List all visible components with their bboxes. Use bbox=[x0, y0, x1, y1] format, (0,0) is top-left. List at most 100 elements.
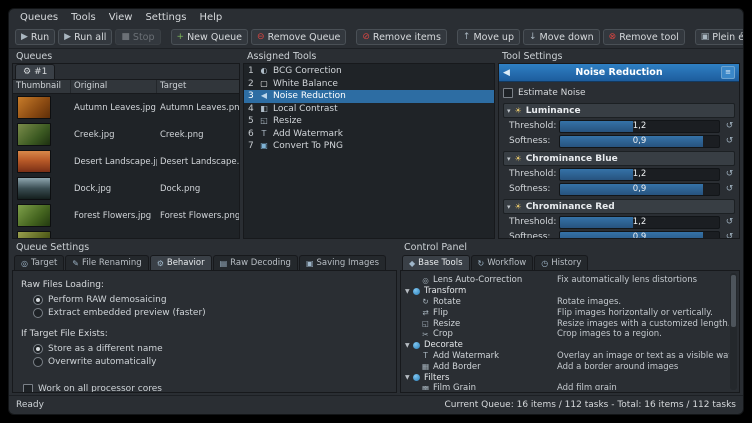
film-icon: ▤ bbox=[220, 259, 228, 268]
run-all-button[interactable]: ▶ Run all bbox=[58, 29, 112, 45]
assigned-tool-add-watermark[interactable]: 6 T Add Watermark bbox=[244, 128, 494, 141]
tree-item-label: Crop bbox=[433, 329, 453, 339]
reset-icon[interactable]: ↺ bbox=[724, 184, 735, 194]
tree-group-filters[interactable]: ▼ Filters bbox=[405, 372, 729, 383]
tab-label: File Renaming bbox=[82, 258, 142, 268]
reset-icon[interactable]: ↺ bbox=[724, 121, 735, 131]
radio-button[interactable] bbox=[33, 357, 43, 367]
tree-group-transform[interactable]: ▼ Transform bbox=[405, 286, 729, 297]
chrominance-blue-threshold-slider[interactable]: 1,2 bbox=[559, 168, 720, 181]
assigned-tool-convert-to-png[interactable]: 7 ▣ Convert To PNG bbox=[244, 140, 494, 153]
chrominance-blue-softness-slider[interactable]: 0,9 bbox=[559, 183, 720, 196]
tab-file-renaming[interactable]: ✎ File Renaming bbox=[65, 255, 148, 270]
tab-raw-decoding[interactable]: ▤ Raw Decoding bbox=[213, 255, 298, 270]
stop-button[interactable]: ■ Stop bbox=[115, 29, 160, 45]
option-extract-embedded-preview[interactable]: Extract embedded preview (faster) bbox=[21, 306, 388, 319]
luminance-threshold-slider[interactable]: 1,2 bbox=[559, 120, 720, 133]
menu-settings[interactable]: Settings bbox=[139, 11, 192, 24]
gear-icon: ⚙ bbox=[157, 259, 164, 268]
work-all-cores-checkbox[interactable] bbox=[23, 384, 33, 394]
raw-files-loading-heading: Raw Files Loading: bbox=[21, 280, 388, 290]
tab-label: Target bbox=[31, 258, 57, 268]
reset-icon[interactable]: ↺ bbox=[724, 217, 735, 227]
scrollbar[interactable] bbox=[730, 273, 737, 390]
tree-item-film-grain[interactable]: ▩Film Grain Add film grain bbox=[405, 383, 729, 390]
remove-items-button[interactable]: ⊘ Remove items bbox=[356, 29, 447, 45]
column-header-thumbnail[interactable]: Thumbnail bbox=[13, 80, 71, 93]
table-row[interactable]: Autumn Leaves.jpg Autumn Leaves.png bbox=[13, 94, 239, 121]
tree-item-flip[interactable]: ⇄Flip Flip images horizontally or vertic… bbox=[405, 307, 729, 318]
tab-behavior[interactable]: ⚙ Behavior bbox=[150, 255, 212, 270]
option-store-different-name[interactable]: Store as a different name bbox=[21, 342, 388, 355]
presets-button[interactable]: ≡ bbox=[721, 66, 735, 79]
tool-label: BCG Correction bbox=[273, 66, 342, 76]
move-up-button[interactable]: ↑ Move up bbox=[457, 29, 520, 45]
radio-button[interactable] bbox=[33, 295, 43, 305]
chrominance-blue-threshold-row: Threshold: 1,2 ↺ bbox=[503, 167, 735, 181]
run-button[interactable]: ▶ Run bbox=[15, 29, 55, 45]
tree-item-crop[interactable]: ✂Crop Crop images to a region. bbox=[405, 329, 729, 340]
scrollbar-thumb[interactable] bbox=[731, 275, 736, 327]
assigned-tool-local-contrast[interactable]: 4 ◧ Local Contrast bbox=[244, 103, 494, 116]
border-icon: ▦ bbox=[421, 362, 430, 371]
assigned-tool-noise-reduction[interactable]: 3 ◀ Noise Reduction bbox=[244, 90, 494, 103]
tree-item-add-watermark[interactable]: TAdd Watermark Overlay an image or text … bbox=[405, 351, 729, 362]
menu-view[interactable]: View bbox=[103, 11, 139, 24]
status-message: Ready bbox=[16, 400, 44, 410]
chrominance-red-section-header[interactable]: ▾ ☀ Chrominance Red bbox=[503, 199, 735, 214]
queue-tab-1[interactable]: ⚙ #1 bbox=[15, 64, 55, 79]
luminance-section-header[interactable]: ▾ ☀ Luminance bbox=[503, 103, 735, 118]
luminance-softness-slider[interactable]: 0,9 bbox=[559, 135, 720, 148]
queue-tab-label: #1 bbox=[34, 67, 47, 77]
assigned-tool-bcg-correction[interactable]: 1 ◐ BCG Correction bbox=[244, 65, 494, 78]
remove-queue-button[interactable]: ⊖ Remove Queue bbox=[251, 29, 346, 45]
reset-icon[interactable]: ↺ bbox=[724, 169, 735, 179]
table-row[interactable]: Creek.jpg Creek.png bbox=[13, 121, 239, 148]
table-row[interactable]: Forest.jpg Forest.png bbox=[13, 229, 239, 238]
radio-button[interactable] bbox=[33, 344, 43, 354]
option-perform-raw-demosaicing[interactable]: Perform RAW demosaicing bbox=[21, 293, 388, 306]
menu-tools[interactable]: Tools bbox=[65, 11, 102, 24]
tree-item-rotate[interactable]: ↻Rotate Rotate images. bbox=[405, 297, 729, 308]
assigned-tool-white-balance[interactable]: 2 ▢ White Balance bbox=[244, 78, 494, 91]
table-row[interactable]: Desert Landscape.jpg Desert Landscape.pn… bbox=[13, 148, 239, 175]
reset-icon[interactable]: ↺ bbox=[724, 232, 735, 238]
option-overwrite-automatically[interactable]: Overwrite automatically bbox=[21, 355, 388, 368]
chrominance-blue-section-header[interactable]: ▾ ☀ Chrominance Blue bbox=[503, 151, 735, 166]
menu-queues[interactable]: Queues bbox=[14, 11, 64, 24]
desktop-background: Queues Tools View Settings Help ▶ Run ▶ … bbox=[0, 0, 752, 423]
tab-saving-images[interactable]: ▣ Saving Images bbox=[299, 255, 386, 270]
estimate-noise-checkbox[interactable] bbox=[503, 88, 513, 98]
tab-label: Workflow bbox=[487, 258, 526, 268]
tab-target[interactable]: ◎ Target bbox=[14, 255, 64, 270]
estimate-noise-row[interactable]: Estimate Noise bbox=[503, 85, 735, 100]
menu-help[interactable]: Help bbox=[193, 11, 228, 24]
tree-group-decorate[interactable]: ▼ Decorate bbox=[405, 340, 729, 351]
tree-item-lens-auto-correction[interactable]: ◎Lens Auto-Correction Fix automatically … bbox=[405, 275, 729, 286]
column-header-original[interactable]: Original bbox=[71, 80, 157, 93]
menubar: Queues Tools View Settings Help bbox=[9, 9, 743, 26]
tree-label-cell: ↻Rotate bbox=[405, 297, 557, 307]
radio-button[interactable] bbox=[33, 308, 43, 318]
thumbnail-cell bbox=[13, 177, 71, 200]
tab-workflow[interactable]: ↻ Workflow bbox=[471, 255, 534, 270]
tree-item-add-border[interactable]: ▦Add Border Add a border around images bbox=[405, 361, 729, 372]
reset-icon[interactable]: ↺ bbox=[724, 136, 735, 146]
tab-base-tools[interactable]: ◆ Base Tools bbox=[402, 255, 470, 270]
chrominance-red-threshold-slider[interactable]: 1,2 bbox=[559, 216, 720, 229]
option-work-all-cores[interactable]: Work on all processor cores bbox=[21, 382, 388, 393]
fullscreen-button[interactable]: ▣ Plein écran bbox=[695, 29, 744, 45]
tree-item-resize[interactable]: ◱Resize Resize images with a customized … bbox=[405, 318, 729, 329]
tool-settings-body: ◀ Noise Reduction ≡ Estimate Noise ▾ ☀ bbox=[498, 63, 740, 239]
remove-tool-button[interactable]: ⊗ Remove tool bbox=[603, 29, 685, 45]
table-row[interactable]: Forest Flowers.jpg Forest Flowers.png bbox=[13, 202, 239, 229]
tab-history[interactable]: ◷ History bbox=[534, 255, 588, 270]
noise-reduction-icon: ◀ bbox=[503, 68, 517, 78]
new-queue-button[interactable]: + New Queue bbox=[171, 29, 249, 45]
chrominance-red-softness-slider[interactable]: 0,9 bbox=[559, 231, 720, 239]
table-row[interactable]: Dock.jpg Dock.png bbox=[13, 175, 239, 202]
assigned-tool-resize[interactable]: 5 ◱ Resize bbox=[244, 115, 494, 128]
tree-item-description: Add a border around images bbox=[557, 362, 729, 372]
move-down-button[interactable]: ↓ Move down bbox=[523, 29, 600, 45]
column-header-target[interactable]: Target bbox=[157, 80, 239, 93]
